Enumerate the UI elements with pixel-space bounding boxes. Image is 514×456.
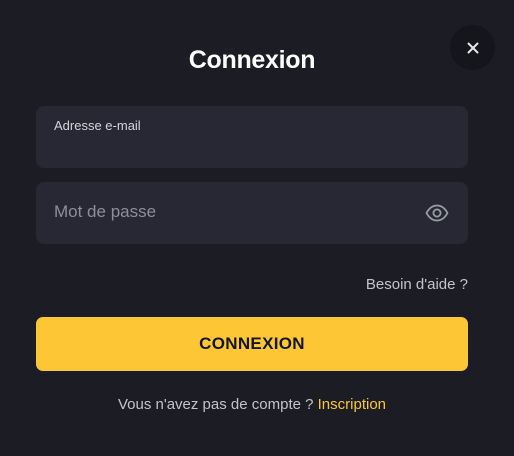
login-submit-button[interactable]: CONNEXION	[36, 317, 468, 371]
signup-prompt-text: Vous n'avez pas de compte ?	[117, 396, 318, 413]
email-input[interactable]	[54, 138, 408, 160]
email-field[interactable]: Adresse e-mail	[36, 106, 468, 168]
eye-icon	[425, 204, 449, 222]
login-modal: Connexion Adresse e-mail Besoin d'aide ?…	[0, 0, 514, 456]
password-field[interactable]	[36, 182, 468, 244]
modal-title: Connexion	[188, 46, 316, 74]
password-input[interactable]	[54, 202, 408, 224]
signup-prompt: Vous n'avez pas de compte ? Inscription	[0, 396, 504, 414]
signup-link[interactable]: Inscription	[318, 396, 386, 413]
email-label: Adresse e-mail	[54, 118, 141, 133]
help-link[interactable]: Besoin d'aide ?	[366, 276, 468, 294]
toggle-password-visibility-button[interactable]	[424, 201, 450, 225]
